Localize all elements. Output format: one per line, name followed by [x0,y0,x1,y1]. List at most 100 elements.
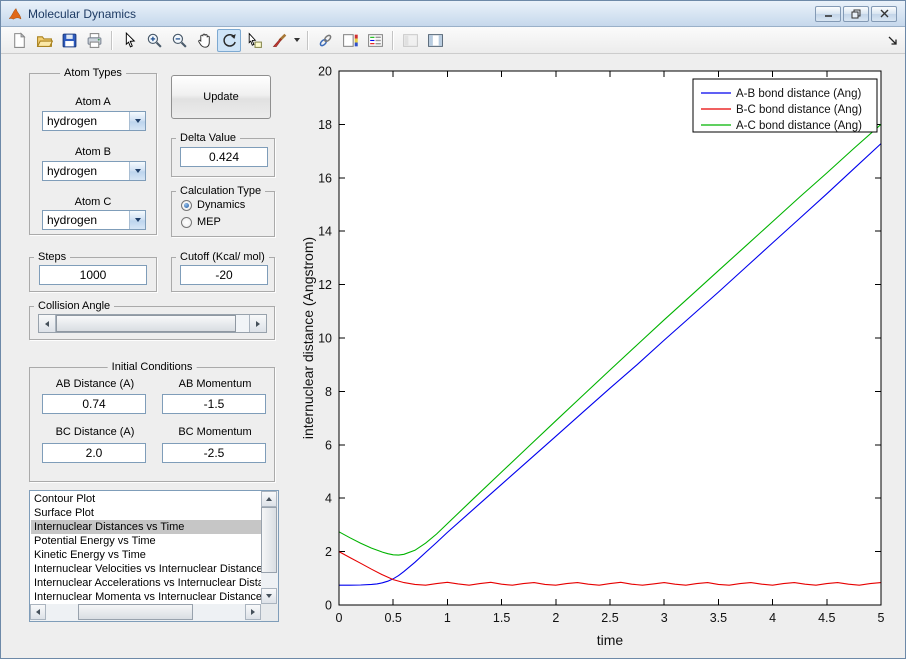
matlab-logo-icon [7,6,23,22]
x-tick-label: 1.5 [493,611,510,625]
zoom-out-button[interactable] [167,29,191,52]
restore-button[interactable] [843,5,869,22]
dock-figure-button[interactable] [886,34,900,48]
atom-c-select[interactable]: hydrogen [42,210,146,230]
y-tick-label: 16 [318,171,332,185]
legend-entry-label: A-B bond distance (Ang) [736,88,861,100]
atom-b-label: Atom B [74,146,112,158]
save-button[interactable] [57,29,81,52]
insert-colorbar-button[interactable] [338,29,362,52]
arrow-right-icon [251,609,258,615]
atom-a-select[interactable]: hydrogen [42,111,146,131]
close-button[interactable] [871,5,897,22]
bc-momentum-label: BC Momentum [178,426,252,438]
vertical-scroll-thumb[interactable] [261,507,277,573]
atom-types-title: Atom Types [60,67,126,80]
x-tick-label: 4 [769,611,776,625]
y-tick-label: 20 [318,65,332,79]
scroll-left-button[interactable] [30,604,46,620]
zoom-in-button[interactable] [142,29,166,52]
insert-colorbar-icon [342,33,358,47]
list-item[interactable]: Internuclear Accelerations vs Internucle… [31,576,261,590]
show-plot-tools-icon [427,33,443,47]
radio-dynamics[interactable]: Dynamics [181,199,245,211]
radio-mep-label: MEP [197,216,221,228]
x-tick-label: 3 [661,611,668,625]
new-file-button[interactable] [7,29,31,52]
list-item[interactable]: Contour Plot [31,492,261,506]
steps-input[interactable] [39,265,147,285]
y-tick-label: 10 [318,332,332,346]
link-plot-icon [319,34,331,46]
list-item[interactable]: Internuclear Momenta vs Internuclear Dis… [31,590,261,604]
titlebar[interactable]: Molecular Dynamics [1,1,905,27]
open-folder-button[interactable] [32,29,56,52]
bc-momentum-input[interactable] [162,443,266,463]
link-plot-button[interactable] [313,29,337,52]
calculation-type-panel: Calculation Type Dynamics MEP [171,185,275,237]
listbox-vertical-scrollbar[interactable] [261,491,278,604]
slider-right-arrow[interactable] [249,315,266,332]
data-cursor-button[interactable] [242,29,266,52]
minimize-button[interactable] [815,5,841,22]
window-controls [815,5,899,22]
list-item[interactable]: Kinetic Energy vs Time [31,548,261,562]
ab-momentum-input[interactable] [162,394,266,414]
arrow-left-icon [42,320,49,327]
minimize-icon [824,15,832,17]
scroll-down-button[interactable] [261,588,277,604]
hide-plot-tools-button[interactable] [398,29,422,52]
print-button[interactable] [82,29,106,52]
delta-value-title: Delta Value [176,132,241,145]
ab-distance-input[interactable] [42,394,146,414]
radio-mep[interactable]: MEP [181,216,221,228]
slider-thumb[interactable] [56,315,236,332]
collision-angle-panel: Collision Angle [29,300,275,340]
slider-left-arrow[interactable] [39,315,56,332]
print-icon [87,32,101,48]
atom-b-select[interactable]: hydrogen [42,161,146,181]
steps-panel: Steps [29,251,157,292]
list-item[interactable]: Surface Plot [31,506,261,520]
collision-angle-slider[interactable] [38,314,267,333]
y-tick-label: 4 [325,492,332,506]
plot-type-listbox[interactable]: Contour Plot Surface Plot Internuclear D… [29,490,279,622]
list-item[interactable]: Potential Energy vs Time [31,534,261,548]
scroll-right-button[interactable] [245,604,261,620]
rotate-3d-button[interactable] [217,28,241,52]
scrollbar-corner [261,604,278,621]
insert-legend-button[interactable] [363,29,387,52]
list-item[interactable]: Internuclear Velocities vs Internuclear … [31,562,261,576]
brush-icon [272,33,286,47]
arrow-down-icon [266,594,272,601]
arrow-right-icon [256,320,263,327]
plot-canvas[interactable]: 0 0.5 1 1.5 2 2.5 3 3.5 4 4.5 5 0 2 4 6 8 10 12 14 16 18 20 ti… [300,59,899,653]
chevron-down-icon [129,211,145,229]
list-item-selected[interactable]: Internuclear Distances vs Time [31,520,261,534]
chevron-down-icon [294,38,300,45]
listbox-horizontal-scrollbar[interactable] [30,604,261,621]
cutoff-input[interactable] [180,265,268,285]
atom-a-label: Atom A [75,96,111,108]
figure-canvas: Atom Types Atom A hydrogen Atom B hydrog… [1,54,905,658]
bc-distance-input[interactable] [42,443,146,463]
axes-background [339,71,881,605]
toolbar-separator [392,30,393,50]
update-button[interactable]: Update [171,75,271,119]
collision-angle-title: Collision Angle [34,300,115,313]
y-axis-label: internuclear distance (Angstrom) [301,237,316,439]
horizontal-scroll-thumb[interactable] [78,604,193,620]
brush-dropdown-button[interactable] [292,29,302,52]
pan-button[interactable] [192,29,216,52]
atom-types-panel: Atom Types Atom A hydrogen Atom B hydrog… [29,67,157,235]
delta-value-input[interactable] [180,147,268,167]
chevron-down-icon [129,162,145,180]
x-tick-label: 3.5 [710,611,727,625]
slider-track[interactable] [56,315,249,332]
legend-entry-label: A-C bond distance (Ang) [736,120,862,132]
edit-plot-button[interactable] [117,29,141,52]
scroll-up-button[interactable] [261,491,277,507]
plot-area[interactable]: 0 0.5 1 1.5 2 2.5 3 3.5 4 4.5 5 0 2 4 6 8 10 12 14 16 18 20 ti… [300,59,899,653]
brush-button[interactable] [267,29,291,52]
show-plot-tools-button[interactable] [423,29,447,52]
